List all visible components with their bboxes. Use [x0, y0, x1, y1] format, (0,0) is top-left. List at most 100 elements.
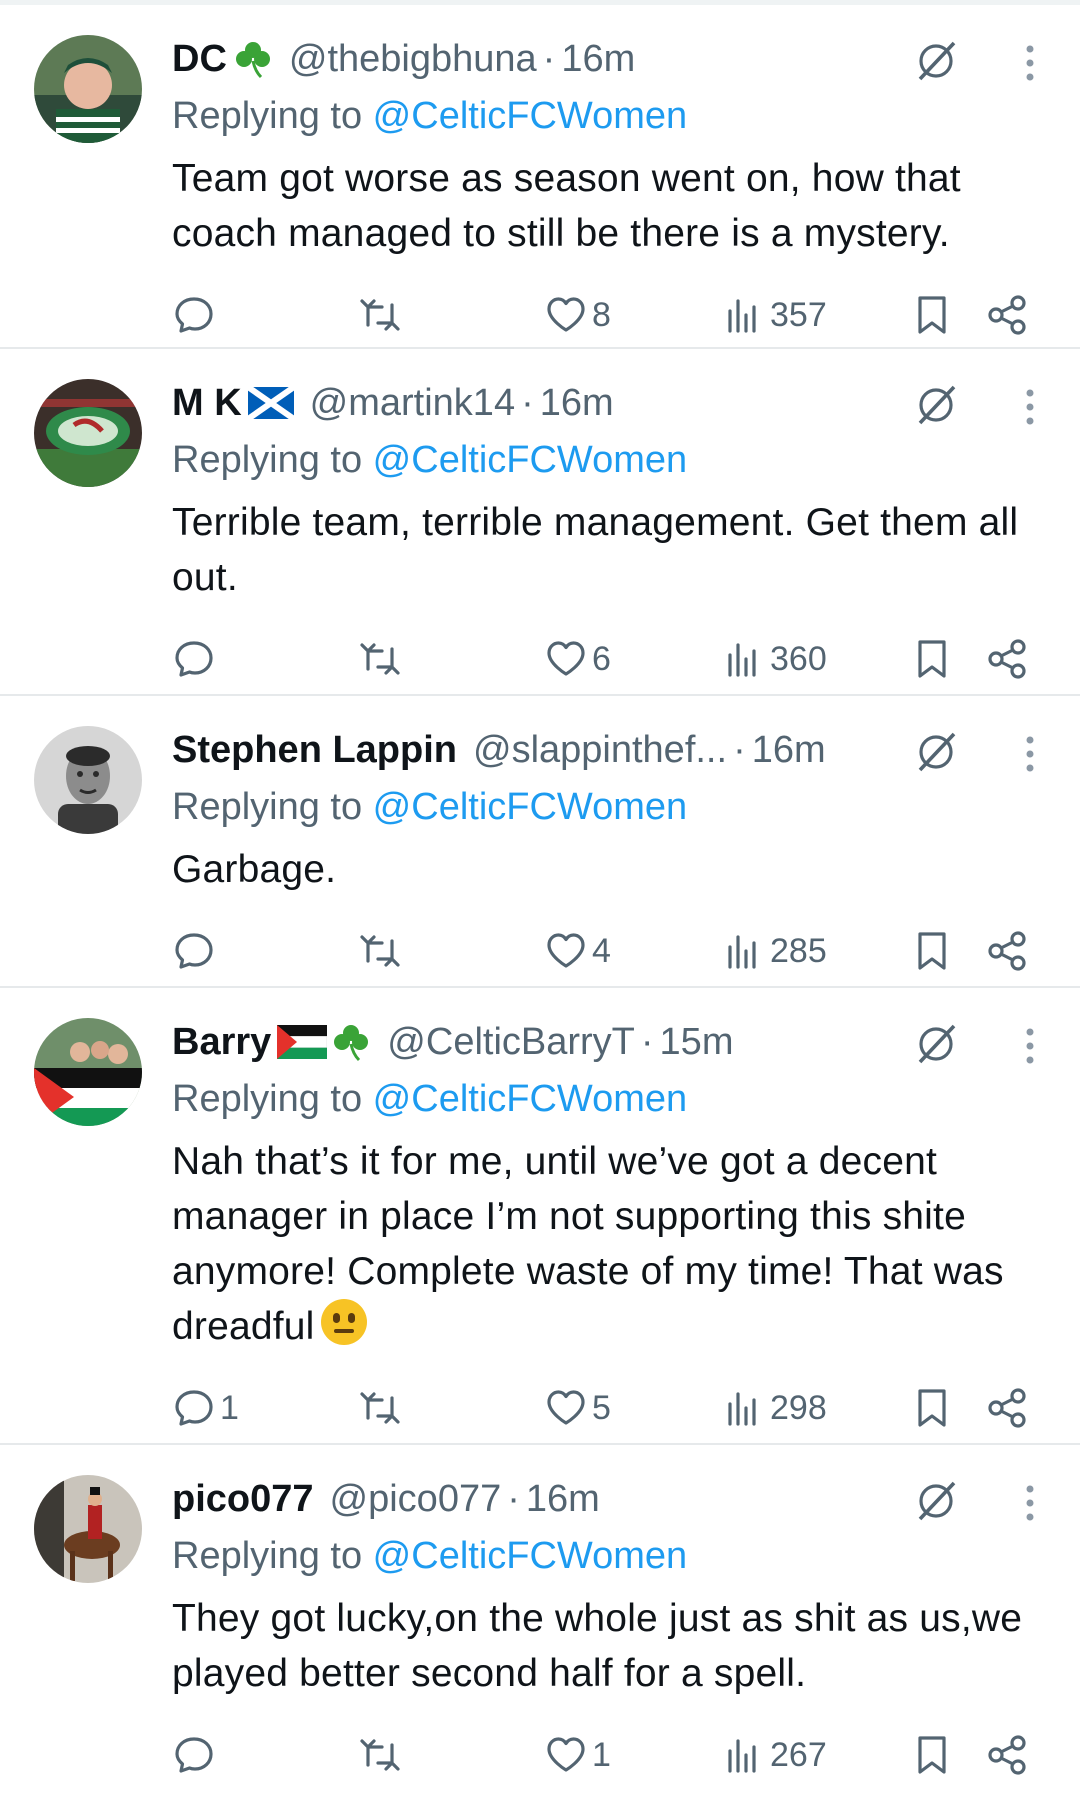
shamrock-icon: [334, 1025, 369, 1062]
replying-to-link[interactable]: @CelticFCWomen: [373, 95, 687, 137]
display-name[interactable]: Stephen Lappin: [172, 729, 457, 772]
repost-icon: [360, 643, 400, 675]
reply-button[interactable]: 1: [172, 1380, 239, 1436]
views-button[interactable]: 285: [722, 923, 827, 979]
grok-icon[interactable]: [912, 381, 960, 429]
timestamp[interactable]: 16m: [752, 729, 826, 772]
tweet-text: Garbage.: [172, 848, 337, 891]
tweet-text-body: Nah that’s it for me, until we’ve got a …: [172, 1140, 1004, 1348]
share-button[interactable]: [986, 923, 1030, 979]
repost-button[interactable]: [358, 1380, 402, 1436]
tweet[interactable]: M K @martink14 · 16m Replying to @Celtic…: [0, 349, 1080, 696]
reply-icon: [175, 933, 213, 969]
reply-icon: [175, 297, 213, 333]
replying-to: Replying to @CelticFCWomen: [172, 435, 1052, 485]
timestamp[interactable]: 15m: [660, 1021, 734, 1064]
reply-count: 1: [220, 1388, 239, 1427]
replying-to-link[interactable]: @CelticFCWomen: [373, 439, 687, 481]
share-button[interactable]: [986, 1727, 1030, 1783]
like-count: 8: [592, 295, 611, 334]
bookmark-button[interactable]: [910, 631, 954, 687]
reply-button[interactable]: [172, 1727, 220, 1783]
share-button[interactable]: [986, 1380, 1030, 1436]
display-name[interactable]: pico077: [172, 1478, 314, 1521]
separator: ·: [521, 381, 534, 424]
avatar[interactable]: [34, 1475, 142, 1583]
replying-to-link[interactable]: @CelticFCWomen: [373, 786, 687, 828]
grok-icon[interactable]: [912, 728, 960, 776]
scotland-flag-icon: [247, 387, 294, 419]
tweet-text: Terrible team, terrible management. Get …: [172, 501, 1019, 599]
like-button[interactable]: 6: [544, 631, 611, 687]
tweet[interactable]: DC @thebigbhuna · 16m Replying to @Celti…: [0, 5, 1080, 349]
replying-label: Replying to: [172, 1535, 373, 1577]
avatar[interactable]: [34, 35, 142, 143]
share-icon: [988, 639, 1026, 679]
handle[interactable]: @martink14: [310, 382, 515, 425]
tweet[interactable]: Barry @CelticBarryT · 15m Replying to @C…: [0, 988, 1080, 1445]
palestine-flag-icon: [277, 1025, 328, 1059]
heart-icon: [547, 641, 585, 676]
replying-label: Replying to: [172, 1078, 373, 1120]
repost-icon: [360, 299, 400, 331]
bookmark-button[interactable]: [910, 1380, 954, 1436]
heart-icon: [547, 933, 585, 968]
replying-label: Replying to: [172, 95, 373, 137]
grok-icon[interactable]: [912, 37, 960, 85]
avatar[interactable]: [34, 1018, 142, 1126]
repost-button[interactable]: [358, 1727, 402, 1783]
views-button[interactable]: 298: [722, 1380, 827, 1436]
repost-button[interactable]: [358, 631, 402, 687]
like-button[interactable]: 5: [544, 1380, 611, 1436]
bookmark-icon: [918, 1736, 946, 1774]
views-button[interactable]: 267: [722, 1727, 827, 1783]
more-options-icon[interactable]: [1024, 1483, 1036, 1523]
handle[interactable]: @pico077: [330, 1478, 502, 1521]
handle[interactable]: @thebigbhuna: [289, 38, 537, 81]
reply-button[interactable]: [172, 923, 220, 979]
repost-icon: [360, 1739, 400, 1771]
shamrock-icon: [235, 42, 270, 79]
timestamp[interactable]: 16m: [540, 382, 614, 425]
like-count: 4: [592, 931, 611, 970]
grok-icon[interactable]: [912, 1477, 960, 1525]
bookmark-button[interactable]: [910, 1727, 954, 1783]
views-button[interactable]: 357: [722, 287, 827, 343]
tweet[interactable]: Stephen Lappin @slappinthef... · 16m Rep…: [0, 696, 1080, 988]
views-icon: [728, 299, 756, 333]
reply-icon: [175, 1390, 213, 1426]
avatar[interactable]: [34, 726, 142, 834]
views-button[interactable]: 360: [722, 631, 827, 687]
handle[interactable]: @slappinthef...: [473, 729, 727, 772]
like-button[interactable]: 4: [544, 923, 611, 979]
share-button[interactable]: [986, 631, 1030, 687]
bookmark-button[interactable]: [910, 923, 954, 979]
display-name[interactable]: DC: [172, 38, 227, 81]
view-count: 360: [770, 639, 827, 678]
more-options-icon[interactable]: [1024, 1026, 1036, 1066]
avatar[interactable]: [34, 379, 142, 487]
more-options-icon[interactable]: [1024, 43, 1036, 83]
name-badges: [247, 387, 294, 419]
tweet[interactable]: pico077 @pico077 · 16m Replying to @Celt…: [0, 1445, 1080, 1785]
repost-button[interactable]: [358, 923, 402, 979]
like-button[interactable]: 1: [544, 1727, 611, 1783]
display-name[interactable]: M K: [172, 382, 242, 425]
timestamp[interactable]: 16m: [526, 1478, 600, 1521]
timestamp[interactable]: 16m: [561, 38, 635, 81]
action-bar: 1 267: [172, 1701, 1052, 1811]
more-options-icon[interactable]: [1024, 734, 1036, 774]
like-button[interactable]: 8: [544, 287, 611, 343]
display-name[interactable]: Barry: [172, 1021, 271, 1064]
reply-button[interactable]: [172, 287, 220, 343]
repost-button[interactable]: [358, 287, 402, 343]
bookmark-button[interactable]: [910, 287, 954, 343]
share-button[interactable]: [986, 287, 1030, 343]
replying-to-link[interactable]: @CelticFCWomen: [373, 1078, 687, 1120]
replying-to-link[interactable]: @CelticFCWomen: [373, 1535, 687, 1577]
more-options-icon[interactable]: [1024, 387, 1036, 427]
reply-icon: [175, 1737, 213, 1773]
reply-button[interactable]: [172, 631, 220, 687]
handle[interactable]: @CelticBarryT: [387, 1021, 635, 1064]
grok-icon[interactable]: [912, 1020, 960, 1068]
